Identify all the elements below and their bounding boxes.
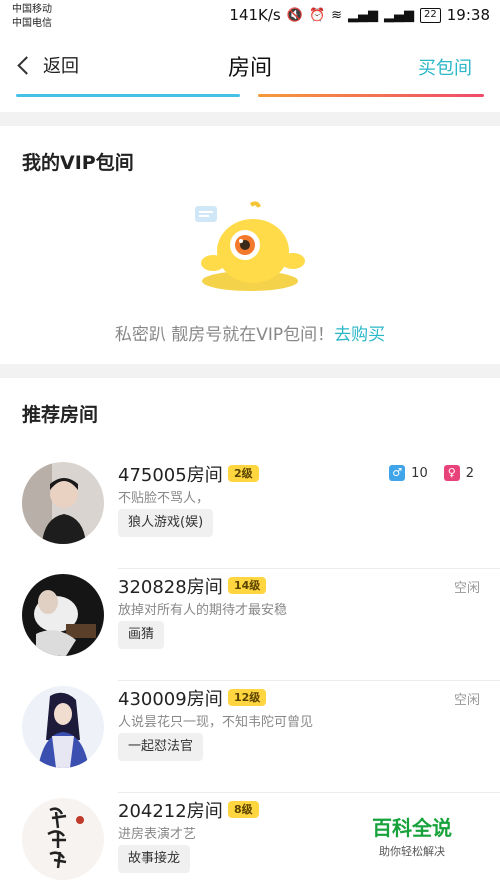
- signal-icon-2: ▂▄▆: [384, 7, 415, 23]
- section-divider: [0, 364, 500, 378]
- room-description: 放掉对所有人的期待才最安稳: [118, 603, 288, 618]
- vip-promo-text: 私密趴 靓房号就在VIP包间！: [114, 325, 335, 345]
- watermark: 百科全说 助你轻松解决: [362, 812, 462, 859]
- room-status: 空闲: [453, 581, 480, 596]
- room-description: 进房表演才艺: [118, 827, 197, 842]
- room-description: 人说昙花只一现，不知韦陀可曾见: [118, 715, 314, 730]
- recommended-section-title: 推荐房间: [22, 404, 99, 426]
- game-tag: 一起怼法官: [118, 733, 204, 761]
- room-name: 475005房间: [118, 465, 223, 486]
- vip-buy-link[interactable]: 去购买: [334, 325, 385, 345]
- female-icon: ♀: [443, 465, 460, 481]
- male-count: 10: [411, 465, 428, 481]
- game-tag: 画猜: [118, 621, 165, 649]
- avatar: [22, 798, 104, 880]
- level-badge: 2级: [228, 465, 259, 482]
- clock: 19:38: [446, 6, 490, 24]
- signal-icon-1: ▂▄▆: [348, 7, 379, 23]
- avatar: [22, 686, 104, 768]
- level-badge: 12级: [228, 689, 267, 706]
- section-divider: [0, 112, 500, 126]
- game-tag: 狼人游戏(娱): [118, 509, 214, 537]
- buy-room-link[interactable]: 买包间: [418, 54, 472, 80]
- level-badge: 8级: [228, 801, 259, 818]
- network-speed: 141K/s: [229, 6, 281, 24]
- mute-icon: 🔇: [286, 7, 303, 23]
- male-icon: ♂: [389, 465, 406, 481]
- room-description: 不贴脸不骂人，: [118, 491, 210, 506]
- mascot-icon: [195, 201, 305, 291]
- status-indicators: 141K/s 🔇 ⏰ ≋ ▂▄▆ ▂▄▆ 22 19:38: [229, 6, 490, 24]
- battery-icon: 22: [420, 7, 441, 23]
- carrier-1: 中国移动: [12, 4, 52, 15]
- nav-bar: 返回 房间 买包间: [0, 36, 500, 98]
- avatar: [22, 574, 104, 656]
- game-tag: 故事接龙: [118, 845, 191, 873]
- level-badge: 14级: [228, 577, 267, 594]
- room-list-item[interactable]: 320828房间 14级 放掉对所有人的期待才最安稳 画猜 空闲: [0, 569, 500, 681]
- status-bar: 中国移动 中国电信 141K/s 🔇 ⏰ ≋ ▂▄▆ ▂▄▆ 22 19:38: [0, 0, 500, 36]
- room-name: 204212房间: [118, 801, 223, 822]
- room-status: 空闲: [453, 693, 480, 708]
- vip-section-title: 我的VIP包间: [22, 152, 134, 174]
- watermark-sub: 助你轻松解决: [379, 845, 445, 858]
- room-name: 320828房间: [118, 577, 223, 598]
- carrier-2: 中国电信: [12, 18, 52, 29]
- alarm-icon: ⏰: [308, 7, 326, 23]
- wifi-icon: ≋: [331, 7, 343, 23]
- watermark-main: 百科全说: [372, 816, 452, 840]
- room-list-item[interactable]: 430009房间 12级 人说昙花只一现，不知韦陀可曾见 一起怼法官 空闲: [0, 681, 500, 793]
- gender-counts: ♂ 10 ♀ 2: [389, 465, 474, 481]
- tab-indicator-left[interactable]: [16, 94, 240, 97]
- vip-promo: 私密趴 靓房号就在VIP包间！去购买: [0, 320, 500, 345]
- female-count: 2: [465, 465, 474, 481]
- room-name: 430009房间: [118, 689, 223, 710]
- tab-indicator-right[interactable]: [258, 94, 484, 97]
- room-list-item[interactable]: 475005房间 2级 不贴脸不骂人， 狼人游戏(娱) ♂ 10 ♀ 2: [0, 457, 500, 569]
- avatar: [22, 462, 104, 544]
